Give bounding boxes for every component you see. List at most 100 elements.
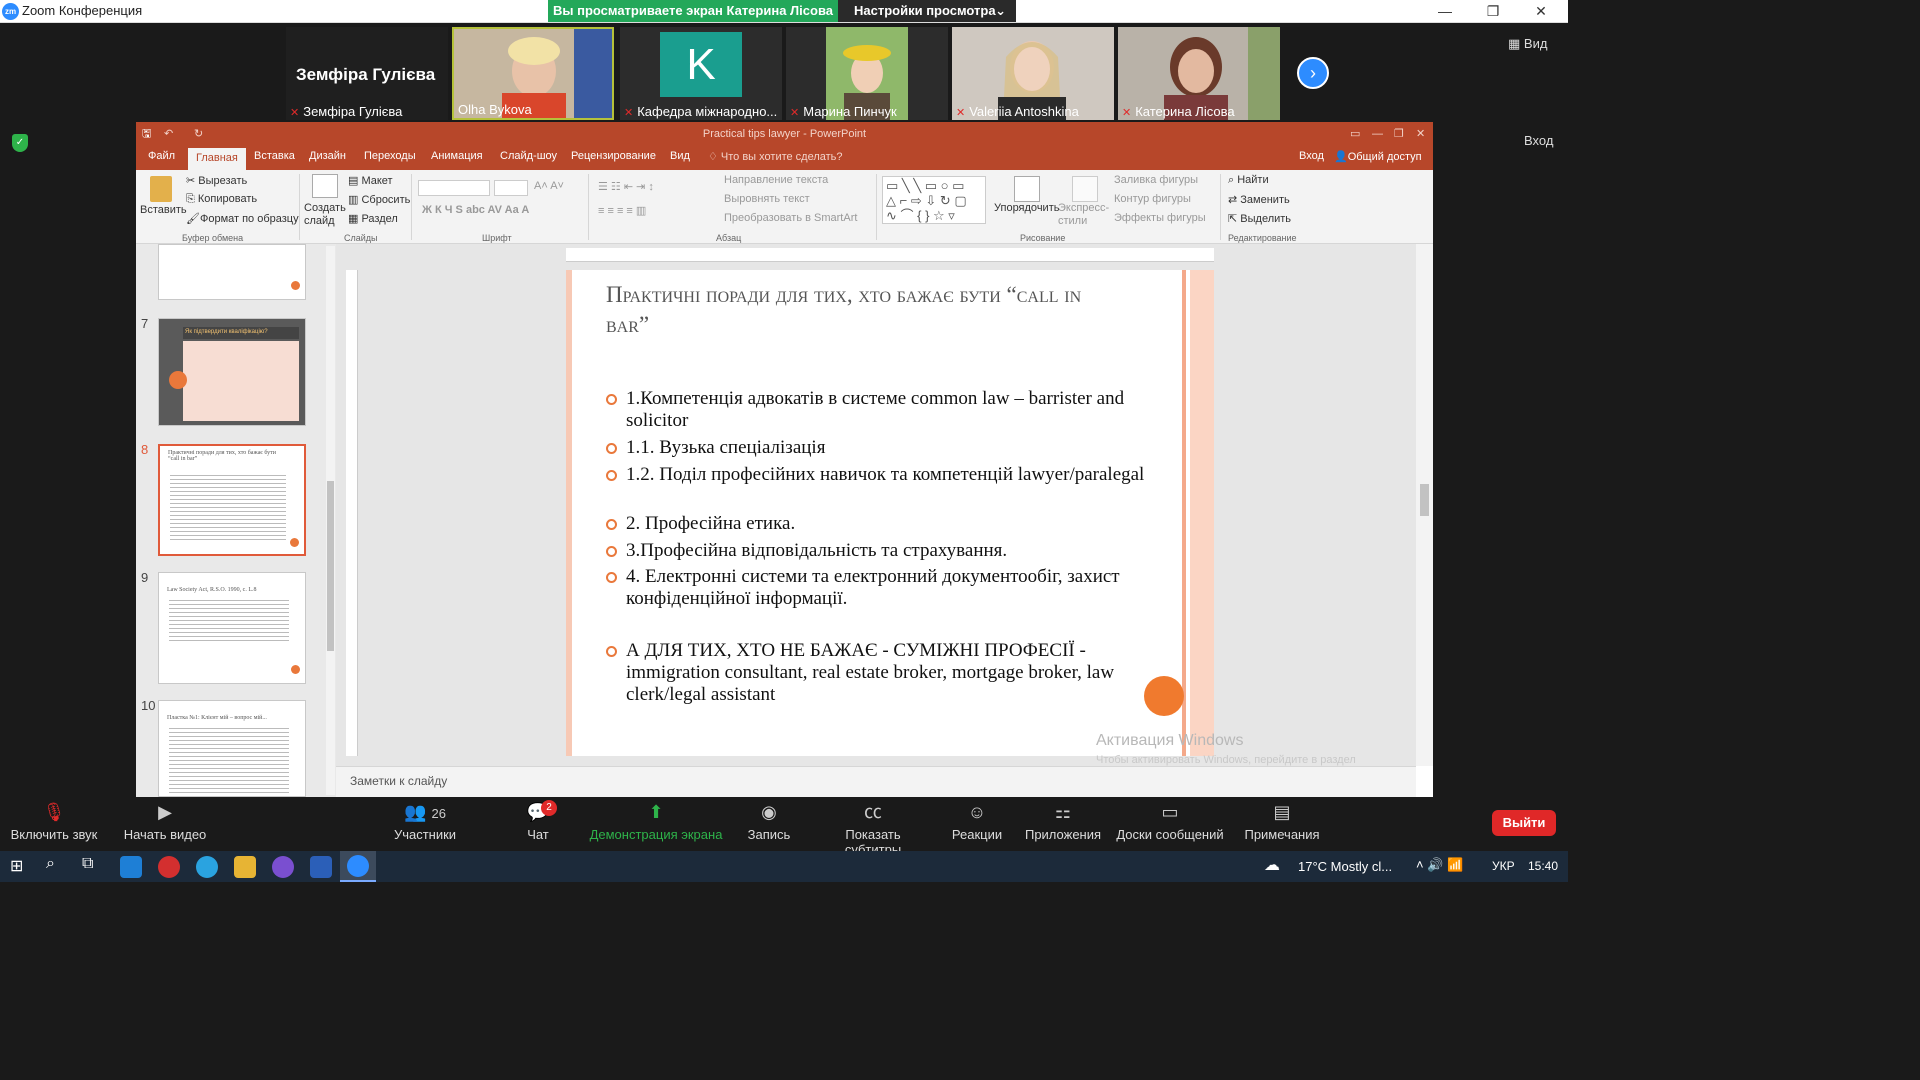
viber-icon[interactable] <box>272 856 294 878</box>
font-format-buttons[interactable]: Ж К Ч S abc AV Aa A <box>422 204 529 216</box>
reactions-button[interactable]: ☺ Реакции <box>950 797 1004 851</box>
slide-bullet[interactable]: 1.Компетенція адвокатів в системе common… <box>606 388 1146 432</box>
notes-pane[interactable]: Заметки к слайду <box>336 766 1416 797</box>
slide-canvas[interactable]: Практичні поради для тих, хто бажає бути… <box>566 270 1214 756</box>
windows-start-icon[interactable]: ⊞ <box>10 856 23 876</box>
slide-bullet[interactable]: 2. Професійна етика. <box>606 513 1146 535</box>
weather-icon[interactable]: ☁ <box>1264 855 1280 875</box>
whiteboards-button[interactable]: ▭ Доски сообщений <box>1116 797 1224 851</box>
tab-home[interactable]: Главная <box>188 148 246 170</box>
tab-file[interactable]: Файл <box>148 150 175 162</box>
slide-bullet[interactable]: А ДЛЯ ТИХ, ХТО НЕ БАЖАЄ - СУМІЖНІ ПРОФЕС… <box>606 640 1146 706</box>
zoom-taskbar-item[interactable] <box>340 851 376 882</box>
find-button[interactable]: ⌕ Найти <box>1228 174 1269 187</box>
tab-review[interactable]: Рецензирование <box>571 150 656 162</box>
text-direction-button[interactable]: Направление текста <box>724 174 828 186</box>
shape-fill-button[interactable]: Заливка фигуры <box>1114 174 1198 186</box>
close-icon[interactable]: ✕ <box>1416 122 1425 146</box>
scrollbar-thumb[interactable] <box>1420 484 1429 516</box>
shape-effects-button[interactable]: Эффекты фигуры <box>1114 212 1206 224</box>
apps-button[interactable]: ⚏ Приложения <box>1024 797 1102 851</box>
security-shield-icon[interactable]: ✓ <box>12 134 28 152</box>
undo-icon[interactable]: ↶ <box>164 122 173 146</box>
replace-button[interactable]: ⇄ Заменить <box>1228 193 1290 206</box>
tray-icons[interactable]: ˄ 🔊 📶 <box>1416 857 1463 873</box>
shape-outline-button[interactable]: Контур фигуры <box>1114 193 1191 205</box>
chat-button[interactable]: 💬 Чат 2 <box>515 797 561 851</box>
opera-icon[interactable] <box>158 856 180 878</box>
slide-thumbnail-selected[interactable]: Практичні поради для тих, хто бажає бути… <box>158 444 306 556</box>
participant-tile[interactable]: ✕ Valeriia Antoshkina <box>952 27 1114 120</box>
view-button[interactable]: ▦ Вид <box>1508 36 1547 52</box>
font-size-buttons[interactable]: A˄ A˅ <box>534 180 564 192</box>
smartart-button[interactable]: Преобразовать в SmartArt <box>724 212 857 224</box>
thumbs-scrollbar[interactable] <box>326 246 335 795</box>
search-icon[interactable]: ⌕ <box>46 855 55 873</box>
quick-styles-icon[interactable] <box>1072 176 1098 202</box>
minimize-icon[interactable]: — <box>1422 0 1468 23</box>
tab-insert[interactable]: Вставка <box>254 150 295 162</box>
arrange-icon[interactable] <box>1014 176 1040 202</box>
edge-icon[interactable] <box>120 856 142 878</box>
participant-tile[interactable]: Земфіра Гулієва ✕ Земфіра Гулієва <box>286 27 448 120</box>
restore-icon[interactable]: ❐ <box>1394 122 1404 146</box>
captions-button[interactable]: ㏄ Показать субтитры <box>816 797 930 857</box>
word-icon[interactable] <box>310 856 332 878</box>
tab-transitions[interactable]: Переходы <box>364 150 416 162</box>
leave-button[interactable]: Выйти <box>1492 810 1556 836</box>
arrange-button[interactable]: Упорядочить <box>994 202 1059 214</box>
participants-button[interactable]: 👥 26 Участники <box>386 797 464 851</box>
redo-icon[interactable]: ↻ <box>194 122 203 146</box>
language-indicator[interactable]: УКР <box>1492 859 1515 873</box>
slide-bullet[interactable]: 3.Професійна відповідальність та страхув… <box>606 540 1146 562</box>
file-explorer-icon[interactable] <box>234 856 256 878</box>
next-participants-icon[interactable]: › <box>1297 57 1329 89</box>
unmute-button[interactable]: 🎙 Включить звук <box>6 797 102 851</box>
telegram-icon[interactable] <box>196 856 218 878</box>
slide-scrollbar[interactable] <box>1416 244 1433 766</box>
record-button[interactable]: ◉ Запись <box>744 797 794 851</box>
slide-bullet[interactable]: 1.2. Поділ професійних навичок та компет… <box>606 464 1146 486</box>
align-buttons[interactable]: ≡ ≡ ≡ ≡ ▥ <box>598 204 646 217</box>
participant-tile[interactable]: ✕ Марина Пинчук <box>786 27 948 120</box>
layout-button[interactable]: ▤ Макет <box>348 174 393 187</box>
align-text-button[interactable]: Выровнять текст <box>724 193 810 205</box>
participant-tile-active[interactable]: Olha Bykova <box>452 27 614 120</box>
tab-slideshow[interactable]: Слайд-шоу <box>500 150 557 162</box>
slide-thumbnail[interactable] <box>158 244 306 300</box>
slide-thumbnail[interactable]: Пластка №1: Клієнт мій – вопрос мій... <box>158 700 306 797</box>
new-slide-icon[interactable] <box>312 174 338 198</box>
slide-thumbnail[interactable]: Як підтвердити кваліфікацію? <box>158 318 306 426</box>
shapes-gallery[interactable]: ▭ ╲ ╲ ▭ ○ ▭ △ ⌐ ⇨ ⇩ ↻ ▢ ∿ ⌒ { } ☆ ▿ <box>882 176 986 224</box>
scrollbar-thumb[interactable] <box>327 481 334 651</box>
slide-title[interactable]: Практичні поради для тих, хто бажає бути… <box>606 280 1126 340</box>
reset-button[interactable]: ▥ Сбросить <box>348 193 410 206</box>
ribbon-display-icon[interactable]: ▭ <box>1350 122 1360 146</box>
start-video-button[interactable]: ▶ Начать видео <box>118 797 212 851</box>
paste-icon[interactable] <box>150 176 172 202</box>
copy-button[interactable]: ⎘ Копировать <box>186 193 257 206</box>
notes-button[interactable]: ▤ Примечания <box>1242 797 1322 851</box>
section-button[interactable]: ▦ Раздел <box>348 212 398 225</box>
slide-bullet[interactable]: 1.1. Вузька спеціалізація <box>606 437 1146 459</box>
cut-button[interactable]: ✂ Вырезать <box>186 174 247 187</box>
view-settings-button[interactable]: Настройки просмотра ⌄ <box>838 0 1016 22</box>
tab-design[interactable]: Дизайн <box>309 150 346 162</box>
sign-in-link[interactable]: Вход <box>1299 150 1324 162</box>
clock[interactable]: 15:40 <box>1528 859 1558 873</box>
paste-button[interactable]: Вставить <box>140 204 187 216</box>
tab-animation[interactable]: Анимация <box>431 150 483 162</box>
participant-tile[interactable]: ✕ Катерина Лісова <box>1118 27 1280 120</box>
participant-tile[interactable]: K ✕ Кафедра міжнародно... <box>620 27 782 120</box>
select-button[interactable]: ⇱ Выделить <box>1228 212 1291 225</box>
save-icon[interactable]: 🖫 <box>142 122 151 146</box>
tab-view[interactable]: Вид <box>670 150 690 162</box>
slide-bullet[interactable]: 4. Електронні системи та електронний док… <box>606 566 1146 610</box>
minimize-icon[interactable]: — <box>1372 122 1383 146</box>
close-icon[interactable]: ✕ <box>1518 0 1564 23</box>
weather-text[interactable]: 17°C Mostly cl... <box>1298 859 1392 874</box>
font-name-select[interactable] <box>418 180 490 196</box>
tell-me-input[interactable]: ♢ Что вы хотите сделать? <box>708 150 843 163</box>
restore-icon[interactable]: ❐ <box>1470 0 1516 23</box>
share-screen-button[interactable]: ⬆ Демонстрация экрана <box>588 797 724 851</box>
